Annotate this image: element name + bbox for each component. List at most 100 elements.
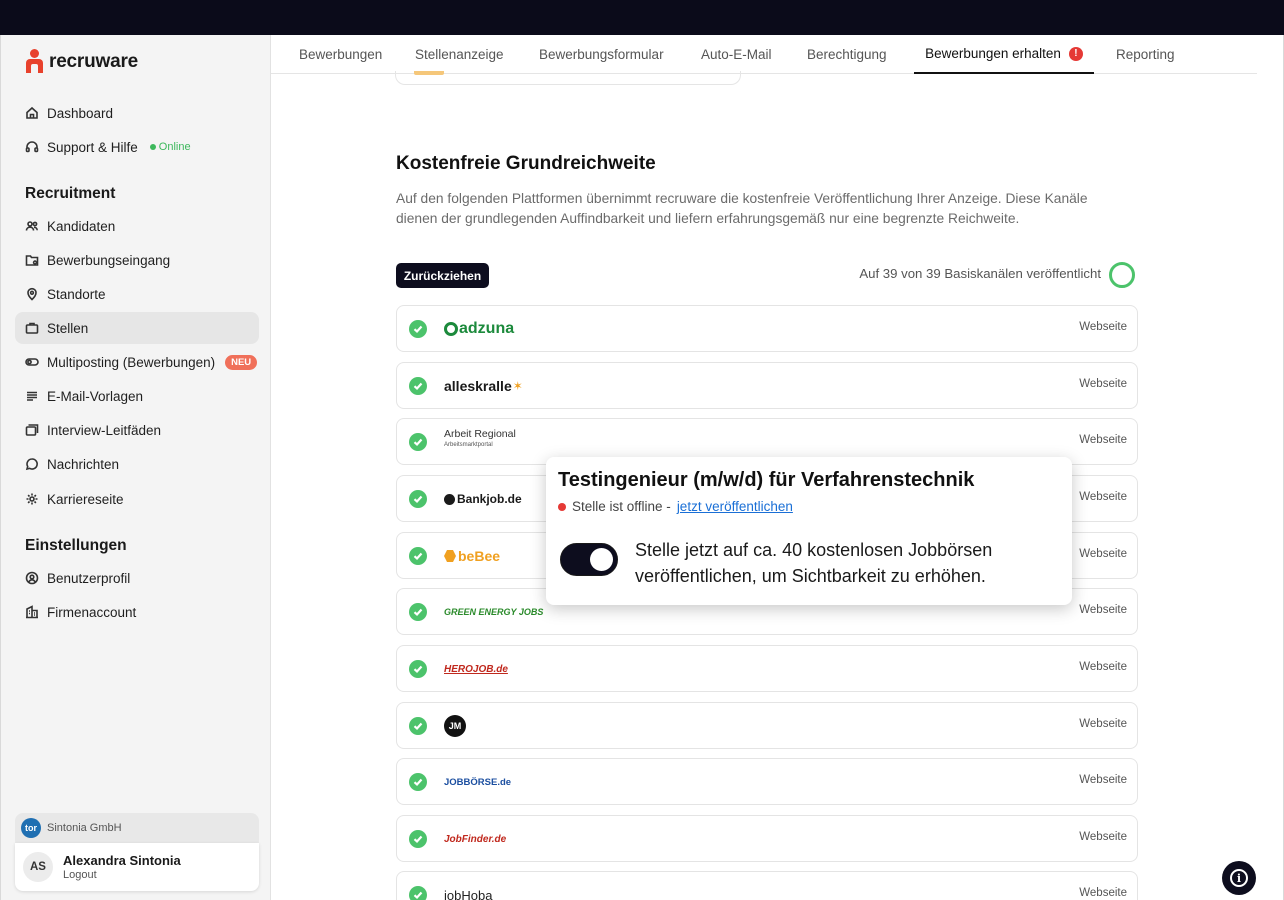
publish-toggle[interactable] xyxy=(560,543,618,576)
user-card[interactable]: AS Alexandra Sintonia Logout xyxy=(15,843,259,891)
tab-label: Bewerbungen erhalten xyxy=(925,46,1061,61)
tab-berechtigung[interactable]: Berechtigung xyxy=(807,35,887,74)
home-icon xyxy=(25,106,39,120)
sidebar-item-multiposting[interactable]: Multiposting (Bewerbungen) NEU xyxy=(15,346,259,378)
channel-logo: JobFinder.de xyxy=(444,833,507,845)
check-icon xyxy=(409,717,427,735)
tab-bewerbungsformular[interactable]: Bewerbungsformular xyxy=(539,35,664,74)
window-title-bar xyxy=(0,0,1284,35)
sidebar-item-label: Benutzerprofil xyxy=(47,570,131,586)
channel-row[interactable]: JobFinder.de Webseite xyxy=(396,815,1138,862)
publish-status: Auf 39 von 39 Basiskanälen veröffentlich… xyxy=(859,266,1101,281)
sidebar-item-standorte[interactable]: Standorte xyxy=(15,278,259,310)
channel-row[interactable]: alleskralle ✶ Webseite xyxy=(396,362,1138,409)
sidebar-item-interview-leitfaeden[interactable]: Interview-Leitfäden xyxy=(15,414,259,446)
progress-ring-icon xyxy=(1109,262,1135,288)
channel-type: Webseite xyxy=(1079,661,1127,673)
tab-bar: Bewerbungen Stellenanzeige Bewerbungsfor… xyxy=(271,35,1259,74)
tab-reporting[interactable]: Reporting xyxy=(1116,35,1175,74)
channel-logo: Bankjob.de xyxy=(444,488,522,510)
channel-type: Webseite xyxy=(1079,491,1127,503)
channel-type: Webseite xyxy=(1079,548,1127,560)
gear-icon xyxy=(25,492,39,506)
channel-type: Webseite xyxy=(1079,604,1127,616)
user-name: Alexandra Sintonia xyxy=(63,853,181,868)
section-title: Kostenfreie Grundreichweite xyxy=(396,153,656,174)
new-badge: NEU xyxy=(225,354,258,370)
info-button[interactable]: i xyxy=(1222,861,1256,895)
sidebar-item-label: Firmenaccount xyxy=(47,604,137,620)
section-title-recruitment: Recruitment xyxy=(25,185,116,202)
online-dot-icon xyxy=(149,144,156,150)
tab-stellenanzeige[interactable]: Stellenanzeige xyxy=(415,35,504,74)
online-status: Online xyxy=(149,141,191,153)
channel-row[interactable]: HEROJOB.de Webseite xyxy=(396,645,1138,692)
sidebar-item-label: Karriereseite xyxy=(47,491,124,507)
toggle-icon xyxy=(25,355,39,369)
users-icon xyxy=(25,219,39,233)
channel-logo: JOBBÖRSE.de xyxy=(444,776,512,788)
sidebar-item-kandidaten[interactable]: Kandidaten xyxy=(15,210,259,242)
sidebar-item-stellen[interactable]: Stellen xyxy=(15,312,259,344)
sidebar-item-label: Standorte xyxy=(47,286,106,302)
alert-icon: ! xyxy=(1068,46,1083,61)
briefcase-icon xyxy=(25,321,39,335)
status-text: Stelle ist offline - xyxy=(572,499,671,514)
check-icon xyxy=(409,547,427,565)
channel-row[interactable]: jobHoba Webseite xyxy=(396,871,1138,900)
channel-row[interactable]: adzuna Webseite xyxy=(396,305,1138,352)
sidebar-item-bewerbungseingang[interactable]: Bewerbungseingang xyxy=(15,244,259,276)
sidebar: recruware Dashboard Support & Hilfe Onli… xyxy=(1,35,271,900)
channel-type: Webseite xyxy=(1079,378,1127,390)
recruware-logo-icon xyxy=(25,49,43,75)
company-switcher[interactable]: tor Sintonia GmbH xyxy=(15,813,259,843)
app-window: recruware Dashboard Support & Hilfe Onli… xyxy=(0,35,1284,900)
company-logo-icon: tor xyxy=(21,818,41,838)
check-icon xyxy=(409,660,427,678)
popup-status: Stelle ist offline - jetzt veröffentlich… xyxy=(558,499,793,514)
sidebar-item-label: Bewerbungseingang xyxy=(47,252,171,268)
check-icon xyxy=(409,320,427,338)
channel-logo: beBee xyxy=(444,545,500,567)
scrollbar-track[interactable] xyxy=(1257,35,1283,900)
withdraw-button[interactable]: Zurückziehen xyxy=(396,263,489,288)
lines-icon xyxy=(25,389,39,403)
brand-name: recruware xyxy=(49,51,139,72)
channel-row[interactable]: JM Webseite xyxy=(396,702,1138,749)
building-icon xyxy=(25,605,39,619)
publish-link[interactable]: jetzt veröffentlichen xyxy=(677,499,793,514)
check-icon xyxy=(409,886,427,900)
channel-logo: JM xyxy=(444,715,466,737)
channel-type: Webseite xyxy=(1079,887,1127,899)
brand-logo[interactable]: recruware xyxy=(25,49,138,75)
sidebar-item-label: Stellen xyxy=(47,320,89,336)
channel-row[interactable]: JOBBÖRSE.de Webseite xyxy=(396,758,1138,805)
sidebar-item-label: Support & Hilfe xyxy=(47,139,138,155)
sidebar-item-karriereseite[interactable]: Karriereseite xyxy=(15,483,259,515)
sidebar-item-dashboard[interactable]: Dashboard xyxy=(15,97,259,129)
check-icon xyxy=(409,603,427,621)
channel-logo: adzuna xyxy=(444,318,514,340)
sidebar-item-support[interactable]: Support & Hilfe Online xyxy=(15,131,259,163)
user-circle-icon xyxy=(25,571,39,585)
check-icon xyxy=(409,830,427,848)
check-icon xyxy=(409,433,427,451)
popup-text: Stelle jetzt auf ca. 40 kostenlosen Jobb… xyxy=(635,540,993,586)
section-title-einstellungen: Einstellungen xyxy=(25,537,127,554)
check-icon xyxy=(409,377,427,395)
channel-logo: alleskralle ✶ xyxy=(444,378,523,394)
sidebar-item-email-vorlagen[interactable]: E-Mail-Vorlagen xyxy=(15,380,259,412)
channel-type: Webseite xyxy=(1079,321,1127,333)
tab-bewerbungen-erhalten[interactable]: Bewerbungen erhalten ! xyxy=(914,35,1094,74)
tab-auto-email[interactable]: Auto-E-Mail xyxy=(701,35,772,74)
channel-logo: GREEN ENERGY JOBS xyxy=(444,607,544,617)
logout-link[interactable]: Logout xyxy=(63,869,181,881)
sidebar-item-benutzerprofil[interactable]: Benutzerprofil xyxy=(15,562,259,594)
sidebar-item-label: Kandidaten xyxy=(47,218,116,234)
sidebar-item-nachrichten[interactable]: Nachrichten xyxy=(15,448,259,480)
publish-popup: Testingenieur (m/w/d) für Verfahrenstech… xyxy=(546,457,1072,605)
previous-card xyxy=(395,71,741,85)
tab-bewerbungen[interactable]: Bewerbungen xyxy=(299,35,382,74)
avatar: AS xyxy=(23,852,53,882)
sidebar-item-firmenaccount[interactable]: Firmenaccount xyxy=(15,596,259,628)
